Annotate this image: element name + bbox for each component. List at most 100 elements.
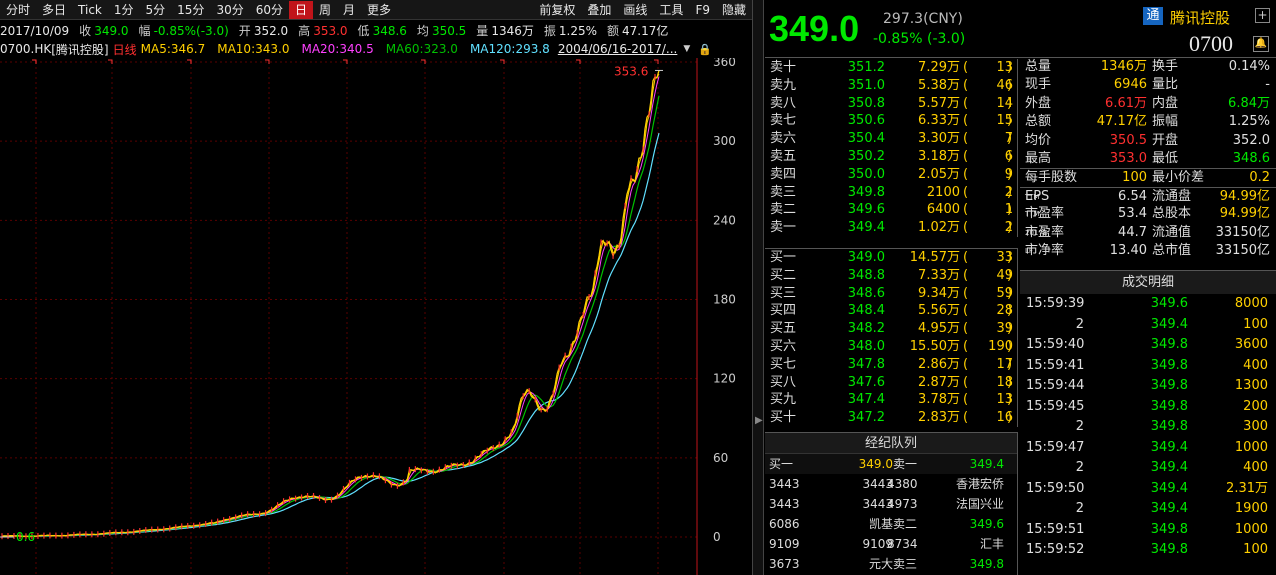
kline-chart[interactable]: 360 300 240 180 120 60 0 353.6 0.6 — [0, 55, 752, 575]
y-tick-label: 180 — [713, 293, 736, 307]
collapse-arrow-icon[interactable]: ▶ — [755, 415, 763, 426]
stat-label: 流通值 — [1152, 224, 1192, 240]
bid-book: 买一 349.0 14.57万(33) 买二 348.8 7.33万(49) 买三 348.6… — [765, 248, 1018, 427]
toolbar-button[interactable]: 工具 — [653, 1, 689, 19]
dropdown-arrow-icon[interactable]: ▼ — [683, 44, 690, 54]
ask-row[interactable]: 卖四 350.0 2.05万(9) — [765, 166, 1017, 184]
trade-row[interactable]: 2 349.4 1900 — [1020, 499, 1276, 520]
level-count: 2 — [1004, 220, 1013, 236]
period-tab[interactable]: 5分 — [140, 1, 172, 19]
trade-row[interactable]: 15:59:45 349.8 200 — [1020, 397, 1276, 418]
toolbar-button[interactable]: 画线 — [617, 1, 653, 19]
level-price: 351.2 — [847, 60, 885, 75]
ask-row[interactable]: 卖三 349.8 2100(2) — [765, 184, 1017, 202]
trade-row[interactable]: 15:59:50 349.4 2.31万 — [1020, 479, 1276, 500]
trade-row[interactable]: 15:59:41 349.8 400 — [1020, 356, 1276, 377]
broker-row[interactable]: 9109 9109 8734 汇丰 — [765, 534, 1017, 554]
info-close: 349.0 — [94, 23, 129, 38]
trade-details: 成交明细 15:59:39 349.6 8000 2 349.4 100 15:59:40 3… — [1020, 270, 1276, 575]
ask-row[interactable]: 卖八 350.8 5.57万(14) — [765, 95, 1017, 113]
bid-row[interactable]: 买十 347.2 2.83万(16) — [765, 409, 1017, 427]
period-tab[interactable]: 15分 — [171, 1, 210, 19]
stat-value: 1346万 — [1100, 59, 1147, 74]
level-volume: 2.83万 — [918, 410, 960, 426]
ma120-line — [1, 132, 660, 537]
ask-row[interactable]: 卖五 350.2 3.18万(6) — [765, 148, 1017, 166]
level-count: 1 — [1004, 202, 1013, 218]
bid-row[interactable]: 买二 348.8 7.33万(49) — [765, 267, 1017, 285]
trade-price: 349.8 — [1150, 398, 1188, 414]
date-range-select[interactable]: 2004/06/16-2017/... — [558, 42, 678, 56]
level-price: 348.8 — [847, 267, 885, 283]
bid-row[interactable]: 买七 347.8 2.86万(17) — [765, 356, 1017, 374]
paren-close: ) — [1007, 166, 1013, 182]
toolbar-button[interactable]: F9 — [689, 1, 716, 19]
toolbar-button[interactable]: 隐藏 — [716, 1, 752, 19]
trade-price: 349.8 — [1150, 419, 1188, 434]
tong-badge[interactable]: 通 — [1143, 7, 1163, 25]
trade-volume: 200 — [1243, 398, 1268, 414]
stat-value: 6.84万 — [1228, 95, 1270, 111]
ask-row[interactable]: 卖十 351.2 7.29万(13) — [765, 59, 1017, 77]
period-tab[interactable]: 1分 — [108, 1, 140, 19]
level-volume: 6400 — [926, 202, 960, 218]
ask-row[interactable]: 卖二 349.6 6400(1) — [765, 201, 1017, 219]
period-tab[interactable]: 更多 — [361, 1, 397, 19]
broker-cell: 3443 — [769, 497, 800, 511]
ask-row[interactable]: 卖九 351.0 5.38万(46) — [765, 77, 1017, 95]
toolbar-button[interactable]: 前复权 — [533, 1, 581, 19]
broker-row[interactable]: 3443 3443 4973 法国兴业 — [765, 494, 1017, 514]
bid-row[interactable]: 买一 349.0 14.57万(33) — [765, 249, 1017, 267]
period-tab[interactable]: 多日 — [36, 1, 72, 19]
trade-time: 2 — [1075, 501, 1084, 516]
y-tick-label: 360 — [713, 58, 736, 69]
trade-row[interactable]: 15:59:52 349.8 100 — [1020, 540, 1276, 561]
level-price: 350.8 — [847, 95, 885, 111]
trade-row[interactable]: 15:59:47 349.4 1000 — [1020, 438, 1276, 459]
bid-row[interactable]: 买六 348.0 15.50万(190) — [765, 338, 1017, 356]
period-tab[interactable]: 日 — [289, 0, 314, 19]
broker-cell: 9109 — [769, 537, 800, 551]
broker-row[interactable]: 6086 凯基 卖二 349.6 — [765, 514, 1017, 534]
broker-row[interactable]: 3673 元大 卖三 349.8 — [765, 554, 1017, 574]
ask-row[interactable]: 卖七 350.6 6.33万(15) — [765, 112, 1017, 130]
broker-cell: 8734 — [887, 537, 918, 551]
period-tab[interactable]: 30分 — [210, 1, 249, 19]
panel-divider[interactable]: ▶ — [752, 0, 764, 575]
trade-row[interactable]: 2 349.4 100 — [1020, 315, 1276, 336]
bid-row[interactable]: 买八 347.6 2.87万(18) — [765, 374, 1017, 392]
ask-row[interactable]: 卖一 349.4 1.02万(2) — [765, 219, 1017, 237]
trade-time: 15:59:50 — [1026, 480, 1085, 496]
trade-row[interactable]: 15:59:51 349.8 1000 — [1020, 520, 1276, 541]
trade-row[interactable]: 2 349.8 300 — [1020, 417, 1276, 438]
stat-row: 市盈率 TTM 53.4 总股本 94.99亿 — [1020, 205, 1276, 223]
trade-volume: 2.31万 — [1226, 480, 1268, 496]
level-volume: 3.78万 — [918, 392, 960, 408]
level-volume: 9.34万 — [918, 285, 960, 301]
stat-value: 6946 — [1113, 77, 1147, 93]
alert-bell-icon[interactable]: 🔔 — [1253, 36, 1269, 52]
bid-row[interactable]: 买九 347.4 3.78万(13) — [765, 391, 1017, 409]
trade-row[interactable]: 15:59:39 349.6 8000 — [1020, 294, 1276, 315]
bid-row[interactable]: 买五 348.2 4.95万(39) — [765, 320, 1017, 338]
period-tab[interactable]: 月 — [337, 1, 361, 19]
lock-icon[interactable]: 🔒 — [698, 43, 712, 56]
period-tab[interactable]: 周 — [313, 1, 337, 19]
kline-svg[interactable]: 360 300 240 180 120 60 0 353.6 0.6 — [0, 55, 752, 575]
bid-row[interactable]: 买三 348.6 9.34万(59) — [765, 285, 1017, 303]
broker-row[interactable]: 3443 3443 4380 香港宏侨 — [765, 474, 1017, 494]
trade-time: 15:59:41 — [1026, 357, 1085, 373]
period-tab[interactable]: 分时 — [0, 1, 36, 19]
period-tab[interactable]: Tick — [72, 1, 108, 19]
trade-row[interactable]: 2 349.4 400 — [1020, 458, 1276, 479]
bid-row[interactable]: 买四 348.4 5.56万(28) — [765, 302, 1017, 320]
toolbar-button[interactable]: 叠加 — [581, 1, 617, 19]
trade-row[interactable]: 15:59:44 349.8 1300 — [1020, 376, 1276, 397]
period-tab[interactable]: 60分 — [250, 1, 289, 19]
broker-row[interactable]: 买一 349.0 卖一 349.4 — [765, 454, 1017, 474]
level-count: 2 — [1004, 184, 1013, 200]
add-watchlist-icon[interactable]: + — [1255, 8, 1270, 23]
trade-row[interactable]: 15:59:40 349.8 3600 — [1020, 335, 1276, 356]
ask-row[interactable]: 卖六 350.4 3.30万(7) — [765, 130, 1017, 148]
broker-cell: 3443 — [769, 477, 800, 491]
